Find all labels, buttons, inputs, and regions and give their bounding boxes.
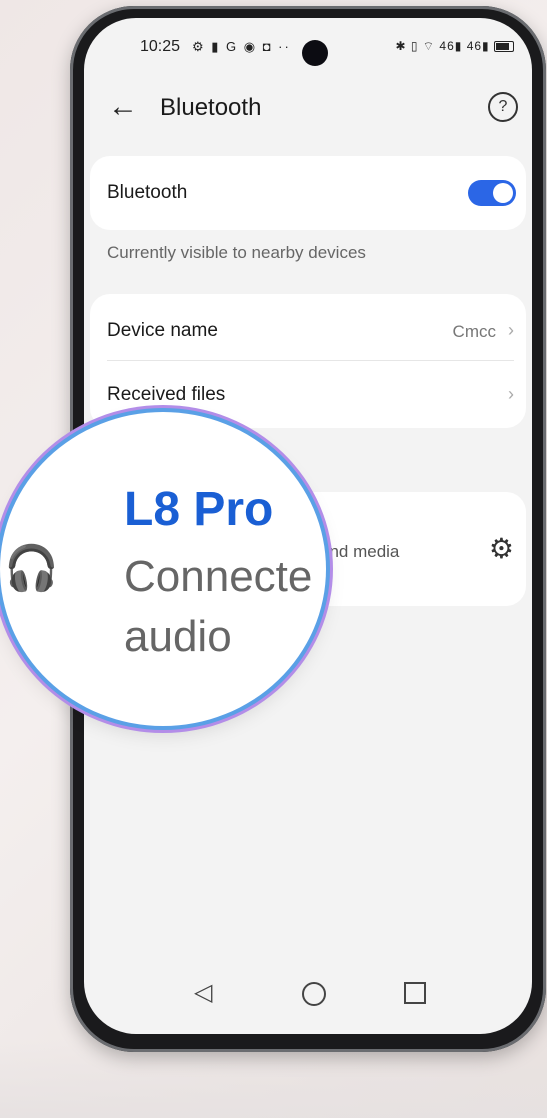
nav-back-button[interactable]: ◁	[194, 978, 212, 1007]
bluetooth-toggle-label: Bluetooth	[107, 182, 188, 203]
bluetooth-toggle-card: Bluetooth	[90, 156, 526, 230]
nav-recent-button[interactable]	[404, 982, 426, 1004]
chevron-right-icon: ›	[508, 384, 514, 404]
divider	[107, 360, 514, 361]
gear-icon[interactable]: ⚙	[489, 532, 514, 565]
device-settings-card: Device name Cmcc › Received files ›	[90, 294, 526, 428]
device-name-label: Device name	[107, 320, 218, 341]
front-camera	[302, 40, 328, 66]
chevron-right-icon: ›	[508, 320, 514, 340]
device-name: L8 Pro	[124, 483, 274, 536]
battery-icon	[494, 41, 514, 53]
status-system-icons: ✱ ▯ ⌔ 46▮ 46▮	[395, 39, 514, 54]
device-name-value: Cmcc	[452, 322, 496, 341]
system-nav-bar: ◁	[84, 978, 532, 1008]
app-header: ← Bluetooth ?	[84, 90, 532, 130]
device-status-line1: Connecte	[124, 552, 313, 601]
headphones-icon: 🎧	[4, 544, 59, 593]
help-icon[interactable]: ?	[488, 92, 518, 122]
device-status-partial: and media	[320, 542, 400, 561]
bluetooth-switch[interactable]	[468, 180, 516, 206]
received-files-label: Received files	[107, 384, 226, 405]
device-status-line2: audio	[124, 612, 232, 661]
status-notification-icons: ⚙ ▮ G ◉ ◘ ··	[192, 39, 291, 54]
back-arrow-icon[interactable]: ←	[108, 92, 138, 122]
magnifier-callout: 🎧 L8 Pro Connecte audio	[0, 412, 326, 726]
nav-home-button[interactable]	[302, 982, 326, 1006]
page-title: Bluetooth	[160, 94, 262, 121]
status-time: 10:25	[140, 38, 181, 55]
visibility-text: Currently visible to nearby devices	[107, 243, 366, 262]
